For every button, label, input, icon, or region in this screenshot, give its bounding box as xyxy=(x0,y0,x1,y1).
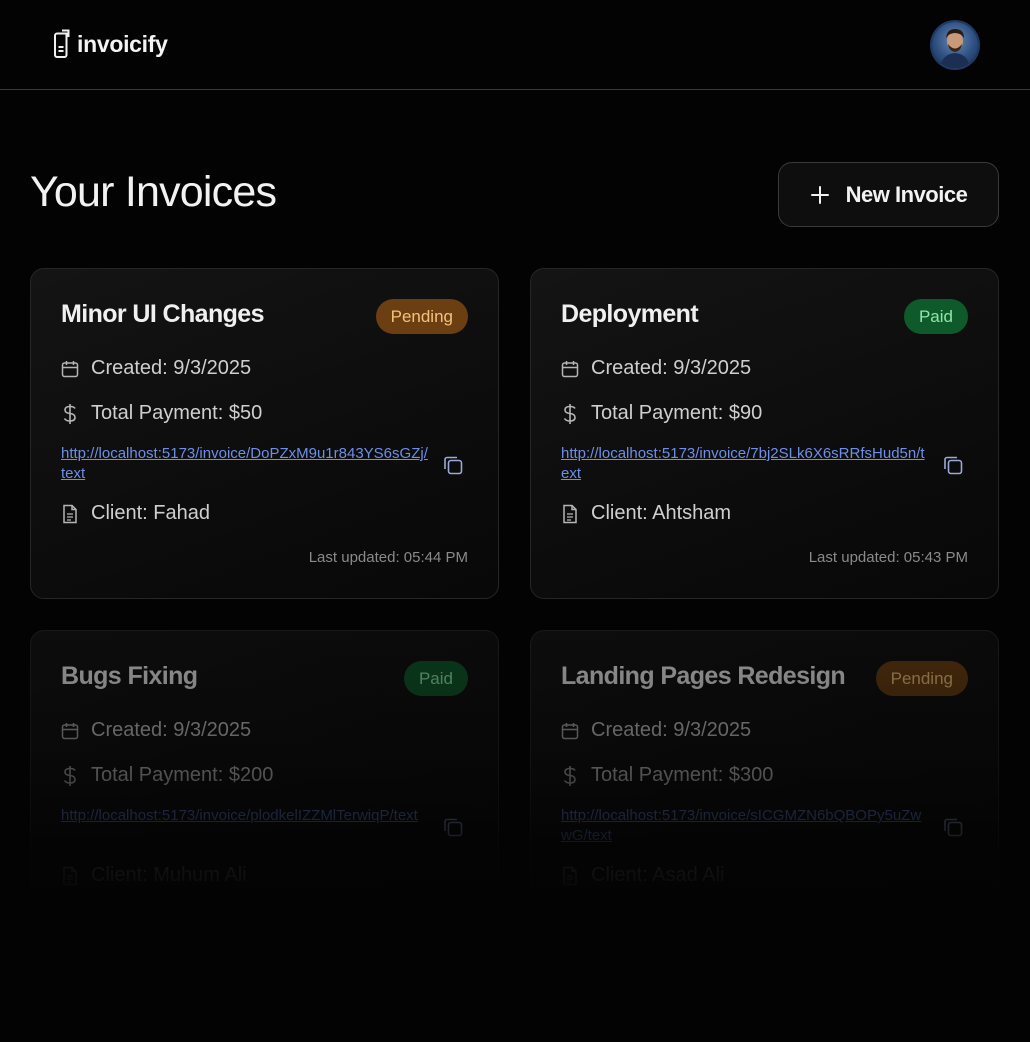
created-row: Created: 9/3/2025 xyxy=(561,719,751,742)
invoice-card[interactable]: Minor UI Changes Pending Created: 9/3/20… xyxy=(30,268,499,599)
copy-icon[interactable] xyxy=(442,816,464,838)
new-invoice-label: New Invoice xyxy=(845,181,968,207)
last-updated: Last updated: 05:42 PM xyxy=(808,911,968,928)
dollar-icon xyxy=(561,765,579,786)
invoice-card[interactable]: Deployment Paid Created: 9/3/2025 Total … xyxy=(530,268,999,599)
created-row: Created: 9/3/2025 xyxy=(61,719,251,742)
last-updated: Last updated: 05:43 PM xyxy=(808,549,968,566)
invoice-link[interactable]: http://localhost:5173/invoice/sICGMZN6bQ… xyxy=(561,806,929,846)
total-payment: Total Payment: $300 xyxy=(591,764,774,786)
invoice-title: Bugs Fixing xyxy=(61,662,198,690)
status-badge: Pending xyxy=(875,661,968,696)
last-updated: Last updated: 05:44 PM xyxy=(308,549,468,566)
user-avatar[interactable] xyxy=(932,22,978,68)
invoice-title: Landing Pages Redesign xyxy=(561,662,846,690)
created-date: Created: 9/3/2025 xyxy=(91,719,252,741)
payment-row: Total Payment: $200 xyxy=(61,764,273,787)
invoice-card[interactable]: Bugs Fixing Paid Created: 9/3/2025 Total… xyxy=(30,630,499,961)
copy-icon[interactable] xyxy=(942,816,964,838)
client-name: Client: Muhum Ali xyxy=(91,864,247,886)
payment-row: Total Payment: $90 xyxy=(561,402,762,425)
logo-text: invoicify xyxy=(77,30,168,57)
total-payment: Total Payment: $50 xyxy=(91,402,263,424)
created-date: Created: 9/3/2025 xyxy=(91,357,252,379)
file-icon xyxy=(61,866,79,885)
dollar-icon xyxy=(561,403,579,424)
client-name: Client: Fahad xyxy=(91,502,210,524)
client-row: Client: Muhum Ali xyxy=(61,864,247,887)
calendar-icon xyxy=(561,360,579,378)
payment-row: Total Payment: $50 xyxy=(61,402,262,425)
file-icon xyxy=(561,866,579,885)
last-updated: Last updated: 05:42 PM xyxy=(308,911,468,928)
file-icon xyxy=(561,504,579,523)
client-name: Client: Ahtsham xyxy=(591,502,732,524)
file-icon xyxy=(61,504,79,523)
calendar-icon xyxy=(561,722,579,740)
invoice-card[interactable]: Landing Pages Redesign Pending Created: … xyxy=(530,630,999,961)
payment-row: Total Payment: $300 xyxy=(561,764,773,787)
invoice-title: Deployment xyxy=(561,300,699,328)
client-name: Client: Asad Ali xyxy=(591,864,725,886)
plus-icon xyxy=(810,185,830,205)
calendar-icon xyxy=(61,722,79,740)
client-row: Client: Ahtsham xyxy=(561,502,731,525)
client-row: Client: Fahad xyxy=(61,502,210,525)
total-payment: Total Payment: $200 xyxy=(91,764,274,786)
client-row: Client: Asad Ali xyxy=(561,864,724,887)
dollar-icon xyxy=(61,403,79,424)
logo[interactable]: invoicify xyxy=(53,29,168,59)
created-date: Created: 9/3/2025 xyxy=(591,719,752,741)
invoice-link[interactable]: http://localhost:5173/invoice/DoPZxM9u1r… xyxy=(61,444,429,484)
status-badge: Paid xyxy=(903,299,968,334)
copy-icon[interactable] xyxy=(442,454,464,476)
document-icon xyxy=(53,29,71,59)
copy-icon[interactable] xyxy=(942,454,964,476)
status-badge: Pending xyxy=(375,299,468,334)
total-payment: Total Payment: $90 xyxy=(591,402,763,424)
invoice-link[interactable]: http://localhost:5173/invoice/plodkelIZZ… xyxy=(61,806,429,826)
calendar-icon xyxy=(61,360,79,378)
created-row: Created: 9/3/2025 xyxy=(61,357,251,380)
created-date: Created: 9/3/2025 xyxy=(591,357,752,379)
dollar-icon xyxy=(61,765,79,786)
page-title: Your Invoices xyxy=(30,168,277,216)
invoice-link[interactable]: http://localhost:5173/invoice/7bj2SLk6X6… xyxy=(561,444,929,484)
app-header: invoicify xyxy=(0,0,1030,90)
created-row: Created: 9/3/2025 xyxy=(561,357,751,380)
invoice-title: Minor UI Changes xyxy=(61,300,265,328)
status-badge: Paid xyxy=(403,661,468,696)
new-invoice-button[interactable]: New Invoice xyxy=(778,162,999,227)
